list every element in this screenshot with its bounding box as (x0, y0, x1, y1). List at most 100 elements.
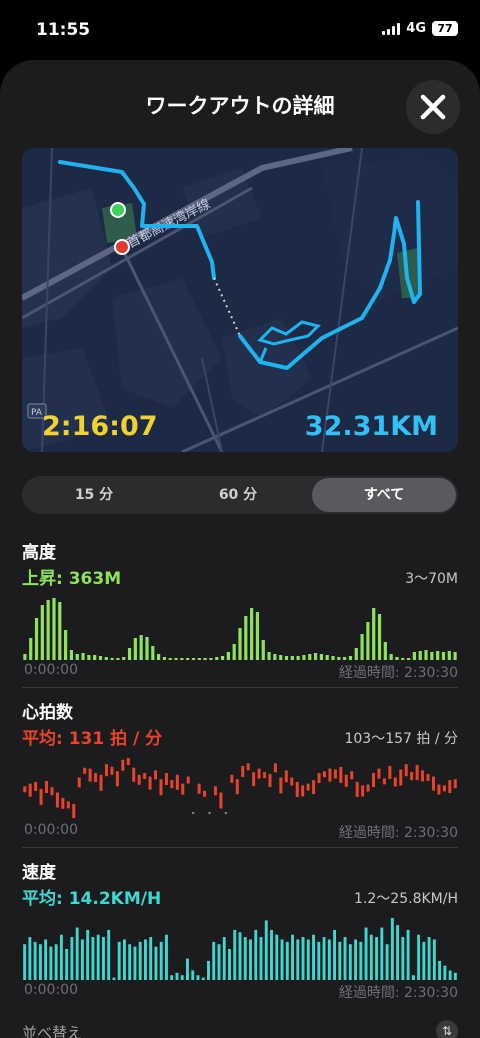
chart-bar (228, 949, 231, 980)
chart-bar (354, 648, 358, 660)
chart-bar (388, 765, 392, 779)
chart-bar (263, 772, 267, 779)
chart-bar (390, 918, 394, 980)
chart-bar (243, 937, 247, 980)
chart-bar (39, 788, 43, 805)
route-map[interactable]: 首都高速湾岸線 PA 2:16:07 32.31KM (22, 148, 458, 452)
chart-bar (418, 651, 422, 660)
chart-bar (302, 655, 306, 660)
chart-bar (322, 937, 326, 980)
elevation-title: 高度 (22, 543, 56, 563)
chart-bar (230, 774, 234, 783)
chart-bar (69, 650, 74, 660)
chart-bar (359, 941, 363, 980)
chart-bar (149, 937, 153, 980)
start-marker (110, 202, 126, 218)
chart-bar (132, 767, 136, 782)
chart-bar (377, 614, 382, 660)
heart-rate-chart (23, 758, 457, 818)
divider (22, 847, 458, 848)
chart-bar (295, 781, 299, 797)
speed-end-time: 経過時間: 2:30:30 (338, 985, 458, 1001)
heart-rate-end-time: 経過時間: 2:30:30 (338, 825, 458, 841)
chart-bar (165, 934, 168, 980)
chart-bar (355, 781, 359, 797)
chart-bar (261, 640, 265, 660)
chart-bar (275, 934, 279, 980)
chart-bar (364, 927, 368, 980)
chart-bar (154, 770, 158, 780)
chart-bar (220, 656, 225, 660)
chart-bar (412, 652, 416, 660)
status-indicators: 4G 77 (382, 21, 458, 36)
chart-bar (181, 783, 185, 795)
chart-bar (72, 804, 76, 818)
chart-bar (241, 765, 245, 777)
chart-bar (308, 654, 312, 660)
chart-bar (34, 618, 39, 660)
chart-bar (180, 658, 184, 660)
close-button[interactable] (406, 80, 460, 134)
chart-bar (339, 766, 343, 783)
chart-bar (174, 658, 178, 660)
battery-icon: 77 (432, 21, 458, 36)
chart-bar (279, 655, 283, 660)
chart-bar (372, 773, 376, 788)
chart-bar (317, 773, 321, 784)
chart-bar (385, 944, 389, 980)
chart-bar (143, 773, 147, 780)
chart-bar (75, 927, 79, 980)
chart-bar (201, 977, 205, 980)
chart-bar (393, 777, 397, 787)
chart-bar (23, 944, 27, 980)
chart-bar (128, 944, 132, 980)
speed-start-time: 0:00:00 (24, 982, 78, 998)
chart-bar (319, 654, 323, 660)
chart-bar (104, 657, 108, 660)
chart-bar (424, 650, 428, 660)
chart-bar (399, 769, 403, 786)
divider (22, 687, 458, 688)
chart-bar (383, 642, 387, 660)
tab-15min[interactable]: 15 分 (22, 476, 166, 514)
chart-bar (93, 655, 97, 660)
tab-60min[interactable]: 60 分 (166, 476, 310, 514)
sort-icon[interactable]: ⇅ (436, 1020, 458, 1038)
chart-bar (81, 653, 85, 660)
chart-bar (208, 812, 211, 814)
elevation-start-time: 0:00:00 (24, 662, 78, 678)
chart-bar (110, 766, 114, 775)
chart-bar (101, 937, 105, 980)
workout-distance: 32.31KM (304, 411, 438, 442)
chart-bar (99, 774, 103, 791)
chart-bar (154, 946, 158, 980)
chart-bar (348, 656, 353, 660)
chart-bar (268, 773, 272, 787)
chart-bar (273, 763, 277, 773)
chart-bar (410, 772, 414, 781)
tab-all[interactable]: すべて (312, 478, 456, 512)
chart-bar (162, 657, 167, 660)
chart-bar (447, 651, 451, 660)
chart-bar (64, 630, 68, 660)
chart-bar (28, 783, 32, 797)
chart-bar (233, 929, 237, 980)
chart-bar (348, 944, 352, 980)
chart-bar (343, 937, 347, 980)
chart-bar (375, 937, 379, 980)
chart-bar (448, 780, 452, 794)
chart-bar (110, 658, 114, 660)
chart-bar (127, 648, 132, 660)
chart-bar (122, 657, 126, 660)
chart-bar (96, 934, 100, 980)
chart-bar (313, 653, 318, 660)
chart-bar (284, 770, 288, 783)
sort-label[interactable]: 並べ替え (22, 1022, 82, 1038)
chart-bar (411, 975, 415, 980)
chart-bar (145, 637, 149, 660)
chart-bar (291, 934, 294, 980)
chart-bar (75, 654, 79, 660)
elevation-section: 高度 上昇: 363M 3～70M 0:00:00 経過時間: 2:30:30 (22, 538, 458, 688)
chart-bar (126, 758, 130, 765)
chart-bar (382, 778, 386, 785)
